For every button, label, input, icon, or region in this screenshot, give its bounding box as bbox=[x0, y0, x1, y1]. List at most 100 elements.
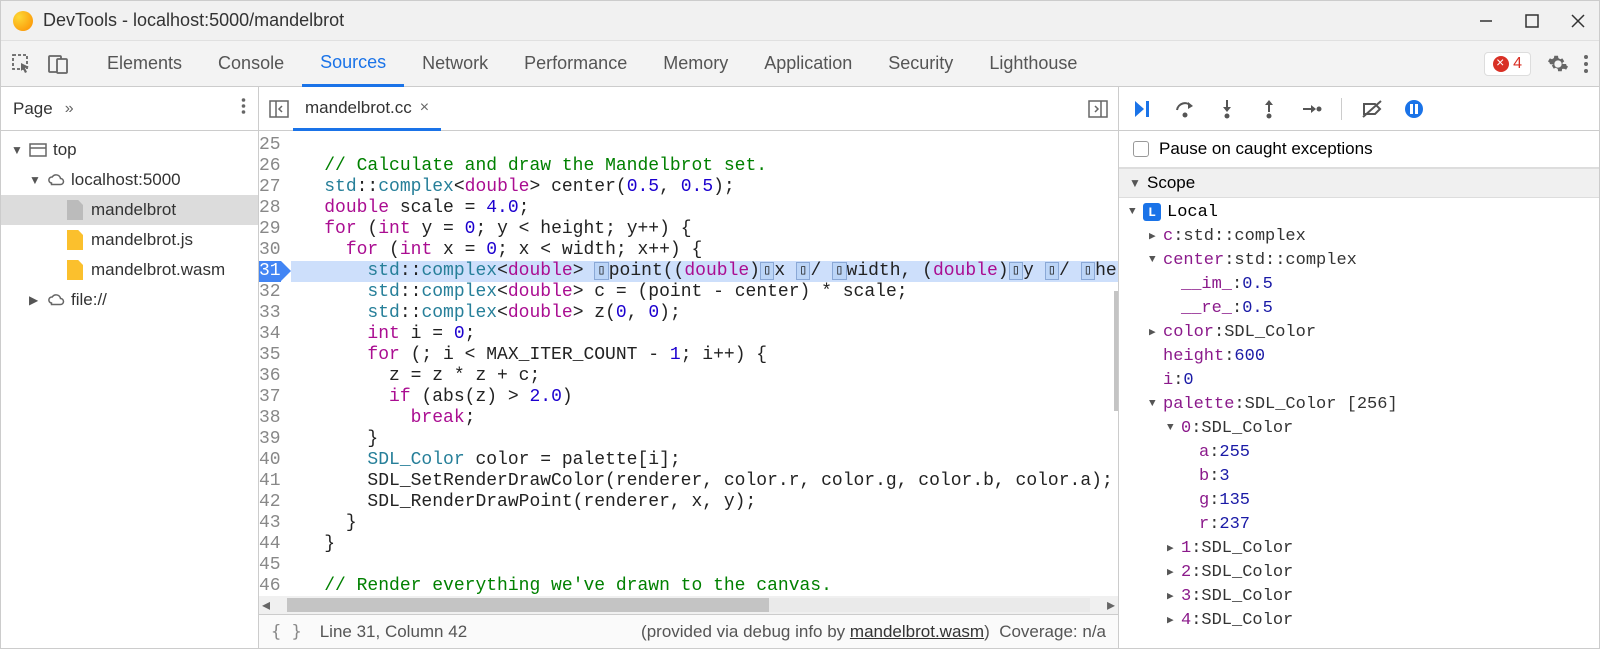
navigator-header: Page » bbox=[1, 87, 258, 131]
tree-file-mandelbrot-js[interactable]: mandelbrot.js bbox=[1, 225, 258, 255]
line-gutter: 2526272829303132333435363738394041424344… bbox=[259, 131, 291, 596]
pause-on-caught-row[interactable]: Pause on caught exceptions bbox=[1119, 131, 1599, 168]
more-icon[interactable] bbox=[1583, 53, 1589, 75]
scope-variable-row[interactable]: ▶1: SDL_Color bbox=[1119, 536, 1599, 560]
minimize-icon[interactable] bbox=[1477, 12, 1495, 30]
navigator-title: Page bbox=[13, 99, 53, 119]
code-content[interactable]: // Calculate and draw the Mandelbrot set… bbox=[291, 131, 1118, 596]
tab-console[interactable]: Console bbox=[200, 41, 302, 86]
scope-variable-row[interactable]: g: 135 bbox=[1119, 488, 1599, 512]
tab-memory[interactable]: Memory bbox=[645, 41, 746, 86]
editor-tabbar: mandelbrot.cc × bbox=[259, 87, 1118, 131]
tree-file-mandelbrot[interactable]: mandelbrot bbox=[1, 195, 258, 225]
error-icon bbox=[1493, 56, 1509, 72]
scope-variable-row[interactable]: i: 0 bbox=[1119, 368, 1599, 392]
tree-top-label: top bbox=[53, 140, 77, 160]
window-controls bbox=[1477, 12, 1587, 30]
scroll-left-icon[interactable]: ◂ bbox=[259, 595, 273, 615]
tab-elements[interactable]: Elements bbox=[89, 41, 200, 86]
close-tab-icon[interactable]: × bbox=[420, 99, 429, 117]
tab-security[interactable]: Security bbox=[870, 41, 971, 86]
tree-file-mandelbrot-wasm[interactable]: mandelbrot.wasm bbox=[1, 255, 258, 285]
scope-variable-row[interactable]: ▶color: SDL_Color bbox=[1119, 320, 1599, 344]
scope-local-header[interactable]: ▼ L Local bbox=[1119, 200, 1599, 224]
debugger-panel: Pause on caught exceptions ▼ Scope ▼ L L… bbox=[1119, 87, 1599, 648]
resume-icon[interactable] bbox=[1131, 97, 1155, 121]
scope-variable-row[interactable]: ▼0: SDL_Color bbox=[1119, 416, 1599, 440]
editor-statusbar: { } Line 31, Column 42 (provided via deb… bbox=[259, 614, 1118, 648]
debugger-toolbar bbox=[1119, 87, 1599, 131]
editor-tab-mandelbrot-cc[interactable]: mandelbrot.cc × bbox=[293, 88, 441, 131]
toggle-navigator-icon[interactable] bbox=[265, 95, 293, 123]
frame-icon bbox=[29, 143, 47, 157]
editor-body[interactable]: 2526272829303132333435363738394041424344… bbox=[259, 131, 1118, 596]
step-out-icon[interactable] bbox=[1257, 97, 1281, 121]
pretty-print-icon[interactable]: { } bbox=[271, 622, 302, 642]
scope-variable-row[interactable]: ▶3: SDL_Color bbox=[1119, 584, 1599, 608]
pause-on-caught-label: Pause on caught exceptions bbox=[1159, 139, 1373, 159]
scope-body: ▼ L Local ▶c: std::complex▼center: std::… bbox=[1119, 198, 1599, 648]
scope-variable-row[interactable]: __re_: 0.5 bbox=[1119, 296, 1599, 320]
step-into-icon[interactable] bbox=[1215, 97, 1239, 121]
scope-variable-row[interactable]: ▶c: std::complex bbox=[1119, 224, 1599, 248]
tab-lighthouse[interactable]: Lighthouse bbox=[971, 41, 1095, 86]
tree-file-scheme[interactable]: ▶ file:// bbox=[1, 285, 258, 315]
step-icon[interactable] bbox=[1299, 97, 1323, 121]
step-over-icon[interactable] bbox=[1173, 97, 1197, 121]
horizontal-scrollbar[interactable]: ◂ ▸ bbox=[259, 596, 1118, 614]
error-count: 4 bbox=[1513, 55, 1522, 73]
window-title: DevTools - localhost:5000/mandelbrot bbox=[43, 10, 344, 31]
tab-network[interactable]: Network bbox=[404, 41, 506, 86]
inspect-element-icon[interactable] bbox=[11, 53, 33, 75]
tree-file-label: mandelbrot.wasm bbox=[91, 260, 225, 280]
scope-label: Scope bbox=[1147, 173, 1195, 193]
navigator-more-tabs-icon[interactable]: » bbox=[65, 100, 74, 118]
toggle-debugger-icon[interactable] bbox=[1084, 95, 1112, 123]
script-icon bbox=[67, 230, 83, 250]
device-toolbar-icon[interactable] bbox=[47, 53, 69, 75]
error-count-badge[interactable]: 4 bbox=[1484, 52, 1531, 76]
tree-top[interactable]: ▼ top bbox=[1, 135, 258, 165]
tab-sources[interactable]: Sources bbox=[302, 42, 404, 87]
cloud-icon bbox=[47, 171, 65, 189]
scope-variable-row[interactable]: ▼palette: SDL_Color [256] bbox=[1119, 392, 1599, 416]
navigator-sidebar: Page » ▼ top ▼ localhost:5000 mandelbrot bbox=[1, 87, 259, 648]
scope-variable-row[interactable]: ▶2: SDL_Color bbox=[1119, 560, 1599, 584]
coverage-status: Coverage: n/a bbox=[999, 622, 1106, 641]
file-tree: ▼ top ▼ localhost:5000 mandelbrot mandel… bbox=[1, 131, 258, 648]
scope-variable-row[interactable]: r: 237 bbox=[1119, 512, 1599, 536]
debug-info-link[interactable]: mandelbrot.wasm bbox=[850, 622, 984, 641]
editor-area: mandelbrot.cc × 252627282930313233343536… bbox=[259, 87, 1119, 648]
maximize-icon[interactable] bbox=[1523, 12, 1541, 30]
cloud-icon bbox=[47, 291, 65, 309]
tree-file-label: mandelbrot.js bbox=[91, 230, 193, 250]
tree-file-scheme-label: file:// bbox=[71, 290, 107, 310]
navigator-menu-icon[interactable] bbox=[241, 97, 246, 120]
vertical-scrollbar-thumb[interactable] bbox=[1114, 291, 1119, 411]
pause-on-caught-checkbox[interactable] bbox=[1133, 141, 1149, 157]
scope-variable-row[interactable]: height: 600 bbox=[1119, 344, 1599, 368]
scope-local-label: Local bbox=[1167, 203, 1218, 222]
scope-variable-row[interactable]: b: 3 bbox=[1119, 464, 1599, 488]
panel-tabbar: Elements Console Sources Network Perform… bbox=[1, 41, 1599, 87]
devtools-icon bbox=[13, 11, 33, 31]
cursor-position: Line 31, Column 42 bbox=[320, 622, 467, 642]
tab-performance[interactable]: Performance bbox=[506, 41, 645, 86]
close-icon[interactable] bbox=[1569, 12, 1587, 30]
document-icon bbox=[67, 200, 83, 220]
tree-host[interactable]: ▼ localhost:5000 bbox=[1, 165, 258, 195]
scroll-right-icon[interactable]: ▸ bbox=[1104, 595, 1118, 615]
scope-variable-row[interactable]: __im_: 0.5 bbox=[1119, 272, 1599, 296]
script-icon bbox=[67, 260, 83, 280]
scope-variable-row[interactable]: ▼center: std::complex bbox=[1119, 248, 1599, 272]
tree-file-label: mandelbrot bbox=[91, 200, 176, 220]
horizontal-scrollbar-thumb[interactable] bbox=[287, 598, 769, 612]
scope-variable-row[interactable]: a: 255 bbox=[1119, 440, 1599, 464]
tab-application[interactable]: Application bbox=[746, 41, 870, 86]
scope-header[interactable]: ▼ Scope bbox=[1119, 168, 1599, 198]
settings-icon[interactable] bbox=[1547, 53, 1569, 75]
deactivate-breakpoints-icon[interactable] bbox=[1360, 97, 1384, 121]
window-titlebar: DevTools - localhost:5000/mandelbrot bbox=[1, 1, 1599, 41]
scope-variable-row[interactable]: ▶4: SDL_Color bbox=[1119, 608, 1599, 632]
pause-exceptions-icon[interactable] bbox=[1402, 97, 1426, 121]
